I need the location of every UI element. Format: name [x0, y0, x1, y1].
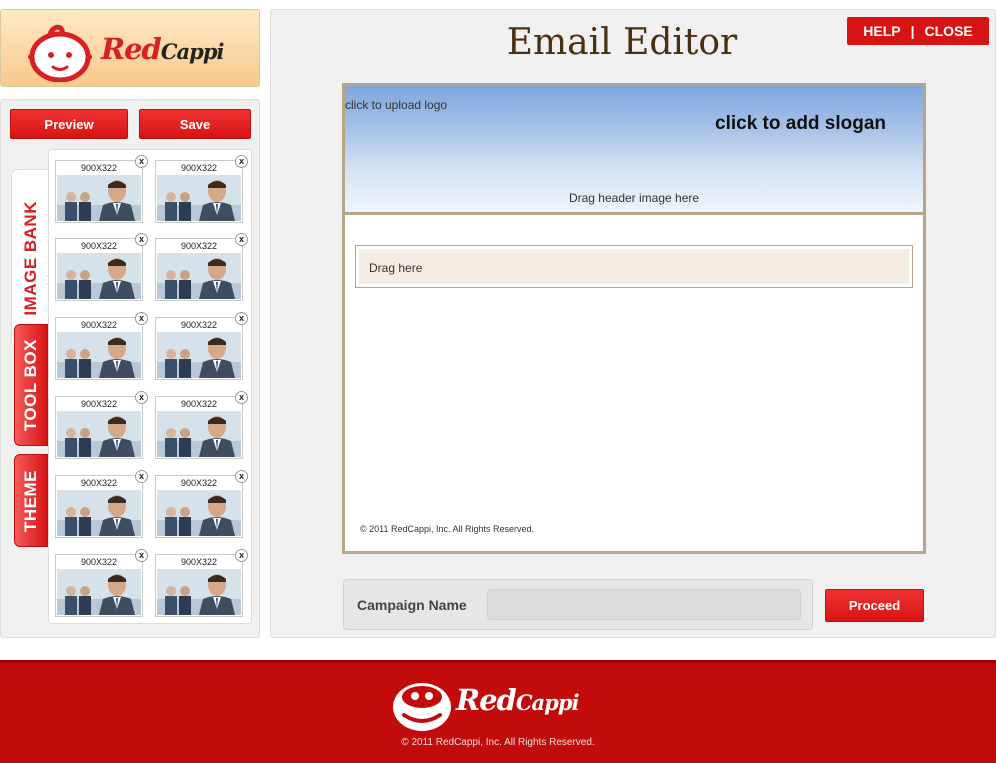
footer-wordmark: RedCappi	[456, 683, 580, 717]
redcappi-monkey-icon	[393, 683, 451, 731]
drag-header-hint: Drag header image here	[568, 191, 700, 205]
remove-image-icon[interactable]: x	[135, 470, 148, 483]
business-people-photo-icon	[157, 332, 241, 378]
business-people-image	[157, 490, 241, 536]
content-dropzone[interactable]: Drag here	[355, 245, 913, 288]
image-thumbnail[interactable]: 900X322 x	[155, 549, 248, 617]
business-people-photo-icon	[157, 175, 241, 221]
upload-logo-link[interactable]: click to upload logo	[345, 98, 447, 112]
tab-theme[interactable]: THEME	[14, 454, 48, 547]
remove-image-icon[interactable]: x	[235, 155, 248, 168]
business-people-photo-icon	[157, 569, 241, 615]
save-button[interactable]: Save	[139, 109, 251, 139]
remove-image-icon[interactable]: x	[235, 549, 248, 562]
tab-tool-box[interactable]: TOOL BOX	[14, 324, 48, 446]
drag-here-hint: Drag here	[359, 249, 909, 284]
remove-image-icon[interactable]: x	[235, 391, 248, 404]
business-people-image	[57, 175, 141, 221]
help-close-bar: HELP | CLOSE	[847, 17, 989, 45]
close-link[interactable]: CLOSE	[925, 23, 973, 39]
business-people-image	[57, 569, 141, 615]
business-people-photo-icon	[57, 253, 141, 299]
business-people-photo-icon	[157, 490, 241, 536]
preview-button[interactable]: Preview	[10, 109, 128, 139]
email-copyright: © 2011 RedCappi, Inc. All Rights Reserve…	[360, 524, 535, 534]
image-thumbnail[interactable]: 900X322 x	[155, 155, 248, 223]
business-people-image	[157, 411, 241, 457]
image-thumbnail[interactable]: 900X322 x	[55, 233, 148, 301]
business-people-photo-icon	[57, 175, 141, 221]
brand-wordmark: RedCappi	[101, 32, 225, 66]
business-people-photo-icon	[57, 569, 141, 615]
footer-logo: RedCappi	[390, 675, 610, 735]
thumbnail-size-label: 900X322	[80, 320, 118, 330]
brand-logo-box: RedCappi	[0, 9, 260, 87]
business-people-image	[57, 253, 141, 299]
thumbnail-size-label: 900X322	[80, 557, 118, 567]
remove-image-icon[interactable]: x	[135, 233, 148, 246]
business-people-photo-icon	[57, 332, 141, 378]
business-people-image	[157, 332, 241, 378]
remove-image-icon[interactable]: x	[135, 155, 148, 168]
image-thumbnail[interactable]: 900X322 x	[55, 470, 148, 538]
remove-image-icon[interactable]: x	[135, 549, 148, 562]
remove-image-icon[interactable]: x	[235, 312, 248, 325]
business-people-photo-icon	[57, 490, 141, 536]
image-thumbnail[interactable]: 900X322 x	[155, 312, 248, 380]
help-link[interactable]: HELP	[863, 23, 900, 39]
image-thumbnail[interactable]: 900X322 x	[155, 391, 248, 459]
thumbnail-size-label: 900X322	[80, 163, 118, 173]
thumbnail-size-label: 900X322	[80, 399, 118, 409]
thumbnail-size-label: 900X322	[80, 478, 118, 488]
business-people-photo-icon	[157, 411, 241, 457]
image-thumbnail[interactable]: 900X322 x	[155, 233, 248, 301]
image-bank-panel: 900X322 x 900X322 x 900X322 x 900X322 x 900X322 x…	[48, 149, 252, 624]
business-people-image	[57, 332, 141, 378]
proceed-button[interactable]: Proceed	[825, 589, 924, 622]
help-separator: |	[910, 23, 915, 39]
thumbnail-size-label: 900X322	[80, 241, 118, 251]
editor-panel: Email Editor HELP | CLOSE click to uploa…	[270, 9, 996, 638]
redcappi-mascot-icon	[28, 24, 92, 82]
campaign-bar: Campaign Name	[343, 579, 813, 630]
email-canvas: click to upload logo click to add slogan…	[342, 83, 926, 554]
business-people-image	[157, 175, 241, 221]
business-people-image	[57, 411, 141, 457]
image-thumbnail[interactable]: 900X322 x	[55, 391, 148, 459]
remove-image-icon[interactable]: x	[135, 312, 148, 325]
image-thumbnail[interactable]: 900X322 x	[55, 549, 148, 617]
campaign-name-label: Campaign Name	[357, 597, 467, 613]
add-slogan-link[interactable]: click to add slogan	[715, 113, 886, 135]
thumbnail-size-label: 900X322	[180, 163, 218, 173]
image-thumbnail[interactable]: 900X322 x	[55, 155, 148, 223]
footer-copyright: © 2011 RedCappi, Inc. All Rights Reserve…	[401, 737, 595, 748]
business-people-image	[157, 569, 241, 615]
image-thumbnail[interactable]: 900X322 x	[55, 312, 148, 380]
thumbnail-size-label: 900X322	[180, 241, 218, 251]
remove-image-icon[interactable]: x	[235, 470, 248, 483]
business-people-image	[57, 490, 141, 536]
business-people-image	[157, 253, 241, 299]
remove-image-icon[interactable]: x	[135, 391, 148, 404]
campaign-name-input[interactable]	[487, 589, 801, 620]
page-footer: RedCappi © 2011 RedCappi, Inc. All Right…	[0, 660, 996, 763]
business-people-photo-icon	[57, 411, 141, 457]
remove-image-icon[interactable]: x	[235, 233, 248, 246]
thumbnail-size-label: 900X322	[180, 557, 218, 567]
tab-image-bank[interactable]: IMAGE BANK	[11, 169, 49, 347]
business-people-photo-icon	[157, 253, 241, 299]
image-thumbnail[interactable]: 900X322 x	[155, 470, 248, 538]
thumbnail-size-label: 900X322	[180, 320, 218, 330]
email-header-dropzone[interactable]: click to upload logo click to add slogan…	[345, 86, 923, 215]
thumbnail-size-label: 900X322	[180, 478, 218, 488]
left-panel: Preview Save IMAGE BANK TOOL BOX THEME 9…	[0, 99, 260, 638]
thumbnail-size-label: 900X322	[180, 399, 218, 409]
